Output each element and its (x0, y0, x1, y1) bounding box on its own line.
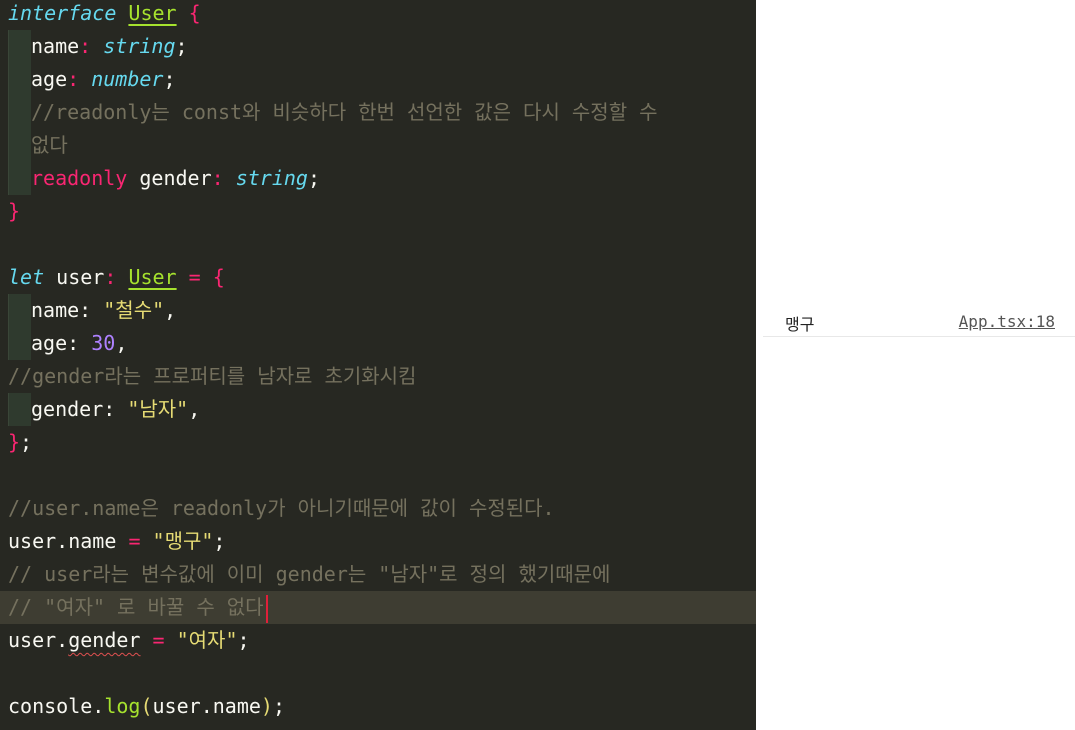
comment-readonly-wrap: 없다 (31, 133, 68, 157)
close-brace: } (8, 430, 21, 454)
code-line-10[interactable]: age: 30, (8, 327, 127, 360)
code-line-17[interactable]: // user라는 변수값에 이미 gender는 "남자"로 정의 했기때문에 (8, 558, 610, 591)
code-line-19[interactable]: user.gender = "여자"; (8, 624, 250, 657)
indent-guide (8, 30, 31, 63)
keyword-interface: interface (8, 1, 117, 25)
type-number: number (91, 67, 164, 91)
comment-cannot-change: // "여자" 로 바꿀 수 없다 (8, 595, 264, 619)
indent-guide (8, 393, 31, 426)
console-message: 맹구 (785, 315, 815, 334)
console-log-entry: 맹구 App.tsx:18 (763, 303, 1075, 337)
string-cheolsu: "철수" (103, 298, 165, 322)
prop-gender: gender (139, 166, 212, 190)
close-brace: } (8, 199, 21, 223)
code-line-12[interactable]: gender: "남자", (8, 393, 200, 426)
code-line-4[interactable]: //readonly는 const와 비슷하다 한번 선언한 값은 다시 수정할… (8, 96, 658, 129)
indent-guide (8, 327, 31, 360)
type-user: User (128, 265, 177, 289)
code-line-2[interactable]: name: string; (8, 30, 188, 63)
comment-gender-init: //gender라는 프로퍼티를 남자로 초기화시킴 (8, 364, 417, 388)
indent-guide (8, 129, 31, 162)
indent-guide (8, 162, 31, 195)
type-string: string (103, 34, 176, 58)
type-user: User (128, 1, 177, 25)
indent-guide (8, 63, 31, 96)
indent-guide (8, 96, 31, 129)
code-line-13[interactable]: }; (8, 426, 32, 459)
string-namja: "남자" (127, 397, 189, 421)
keyword-let: let (8, 265, 45, 289)
string-yeoja: "여자" (176, 628, 238, 652)
text-cursor (265, 594, 268, 623)
code-line-8[interactable]: let user: User = { (8, 261, 225, 294)
code-line-9[interactable]: name: "철수", (8, 294, 176, 327)
var-user: user (8, 628, 57, 652)
prop-name: name (31, 298, 80, 322)
var-user: user (152, 694, 201, 718)
prop-name: name (212, 694, 261, 718)
code-line-18[interactable]: // "여자" 로 바꿀 수 없다 (8, 591, 268, 624)
string-maenggu: "맹구" (152, 529, 214, 553)
var-user: user (56, 265, 105, 289)
console-object: console (8, 694, 93, 718)
prop-age: age (31, 67, 68, 91)
prop-name: name (31, 34, 80, 58)
code-line-4-wrap[interactable]: 없다 (8, 129, 68, 162)
code-line-21[interactable]: console.log(user.name); (8, 690, 285, 723)
type-string: string (235, 166, 308, 190)
comment-gender-defined: // user라는 변수값에 이미 gender는 "남자"로 정의 했기때문에 (8, 562, 611, 586)
code-line-15[interactable]: //user.name은 readonly가 아니기때문에 값이 수정된다. (8, 492, 555, 525)
comment-name-editable: //user.name은 readonly가 아니기때문에 값이 수정된다. (8, 496, 555, 520)
devtools-console: 맹구 App.tsx:18 (756, 0, 1075, 730)
code-editor[interactable]: interface User { name: string; age: numb… (0, 0, 756, 730)
code-line-5[interactable]: readonly gender: string; (8, 162, 320, 195)
prop-age: age (31, 331, 68, 355)
keyword-readonly: readonly (31, 166, 128, 190)
code-line-6[interactable]: } (8, 195, 20, 228)
log-method: log (104, 694, 141, 718)
number-30: 30 (91, 331, 116, 355)
indent-guide (8, 294, 31, 327)
code-line-1[interactable]: interface User { (8, 0, 201, 30)
prop-name: name (68, 529, 117, 553)
console-source-link[interactable]: App.tsx:18 (959, 312, 1055, 331)
code-line-16[interactable]: user.name = "맹구"; (8, 525, 225, 558)
code-line-3[interactable]: age: number; (8, 63, 176, 96)
prop-gender: gender (31, 397, 104, 421)
prop-gender-error[interactable]: gender (68, 628, 140, 652)
comment-readonly: //readonly는 const와 비슷하다 한번 선언한 값은 다시 수정할… (31, 100, 658, 124)
code-line-11[interactable]: //gender라는 프로퍼티를 남자로 초기화시킴 (8, 360, 416, 393)
var-user: user (8, 529, 57, 553)
open-brace: { (188, 1, 201, 25)
